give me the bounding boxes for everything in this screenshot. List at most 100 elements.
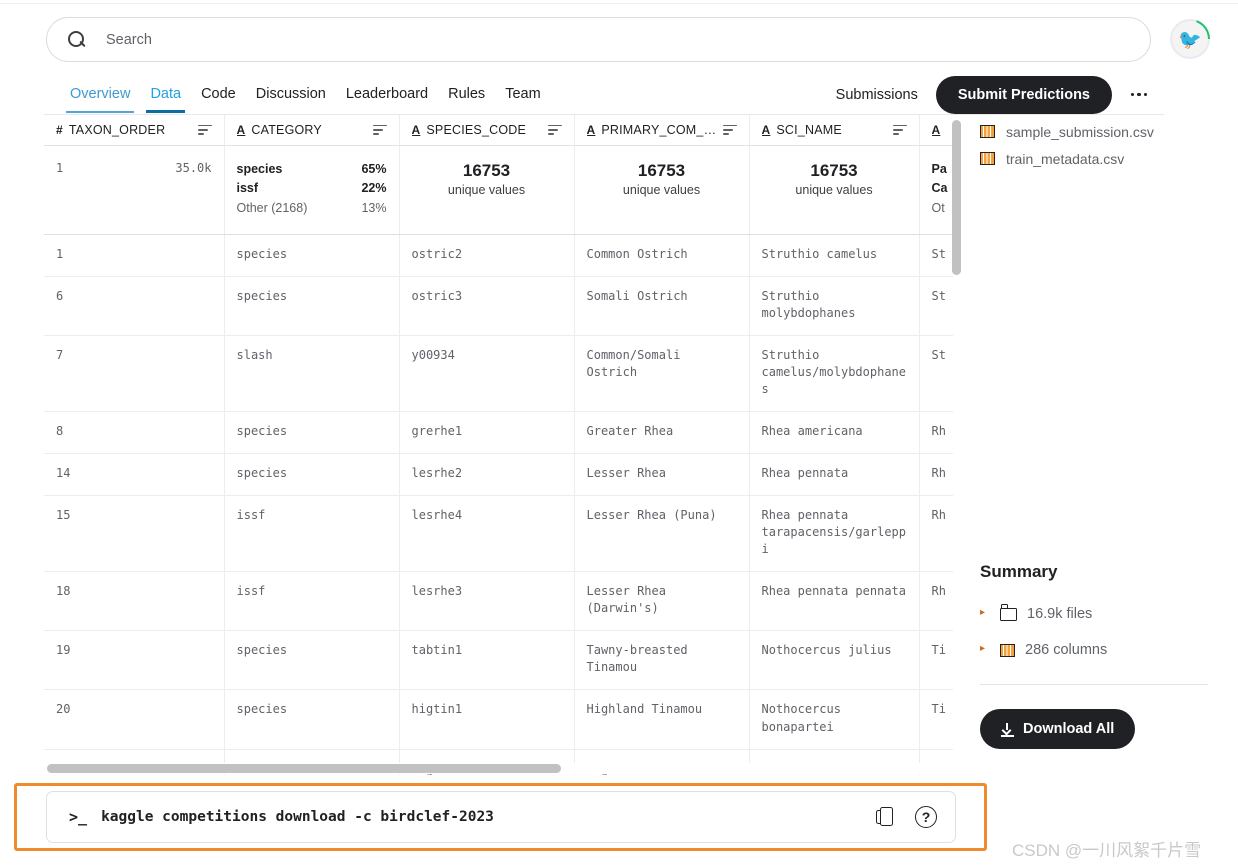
column-header-primary-com-name[interactable]: A PRIMARY_COM_N... — [574, 115, 750, 146]
sort-icon[interactable] — [722, 124, 737, 135]
kebab-dot — [1137, 92, 1141, 97]
column-header-sci-name[interactable]: A SCI_NAME — [749, 115, 920, 146]
table-vertical-scrollbar[interactable] — [952, 120, 961, 275]
sort-icon[interactable] — [372, 124, 387, 135]
search-input[interactable] — [104, 30, 1130, 49]
cell-taxon-order: 20 — [44, 689, 225, 750]
cell-taxon-order: 18 — [44, 571, 225, 632]
tab-overview[interactable]: Overview — [60, 74, 140, 113]
tab-data[interactable]: Data — [140, 74, 191, 113]
cell-sci-name: Nothocercus julius — [749, 630, 920, 691]
cli-command-bar[interactable]: >_ kaggle competitions download -c birdc… — [46, 791, 956, 843]
category-pct: 22% — [361, 181, 387, 195]
cell-category: issf — [224, 495, 400, 573]
cell-sci-name: Nothocercus bonapartei — [749, 689, 920, 750]
category-label: Pa — [931, 161, 947, 176]
tab-team[interactable]: Team — [495, 74, 550, 113]
cell-sci-name: Rhea americana — [749, 411, 920, 455]
data-table-panel[interactable]: # TAXON_ORDER A CATEGORY A SPECIES_CODE … — [44, 115, 969, 775]
chevron-right-icon[interactable]: ▸ — [980, 644, 990, 654]
table-row[interactable]: 20 species higtin1 Highland Tinamou Noth… — [44, 689, 969, 750]
chevron-right-icon[interactable]: ▸ — [980, 608, 990, 618]
submit-predictions-button[interactable]: Submit Predictions — [935, 75, 1112, 114]
hash-icon: # — [56, 122, 63, 137]
stat-species-code: 16753 unique values — [399, 145, 575, 235]
cell-sci-name: Rhea pennata — [749, 453, 920, 497]
unique-count: 16753 — [810, 160, 858, 180]
folder-icon — [1000, 604, 1017, 621]
column-title: SPECIES_CODE — [426, 122, 527, 137]
table-row[interactable]: 19 species tabtin1 Tawny-breasted Tinamo… — [44, 630, 969, 691]
file-list-item[interactable]: train_metadata.csv — [980, 145, 1220, 172]
category-pct: 65% — [361, 161, 387, 176]
sort-icon[interactable] — [547, 124, 562, 135]
summary-row-files[interactable]: ▸ 16.9k files — [980, 596, 1210, 632]
column-header-species-code[interactable]: A SPECIES_CODE — [399, 115, 575, 146]
summary-row-columns[interactable]: ▸ 286 columns — [980, 632, 1210, 668]
kebab-menu-icon[interactable] — [1124, 80, 1154, 110]
data-table: # TAXON_ORDER A CATEGORY A SPECIES_CODE … — [44, 115, 969, 775]
sort-icon[interactable] — [197, 124, 212, 135]
cell-taxon-order: 15 — [44, 495, 225, 573]
unique-label: unique values — [622, 182, 701, 197]
table-row[interactable]: 6 species ostric3 Somali Ostrich Struthi… — [44, 276, 969, 337]
cell-primary-com-name: Tawny-breasted Tinamou — [574, 630, 750, 691]
column-title: SCI_NAME — [776, 122, 842, 137]
table-icon — [1000, 643, 1015, 657]
abc-icon: A — [236, 122, 246, 137]
file-name: sample_submission.csv — [1006, 123, 1154, 140]
file-list: sample_submission.csv train_metadata.csv — [980, 118, 1220, 172]
nav-actions: Submissions Submit Predictions — [830, 74, 1154, 115]
cell-sci-name: Struthio molybdophanes — [749, 276, 920, 337]
avatar-image: 🐦 — [1172, 21, 1208, 57]
table-row[interactable]: 14 species lesrhe2 Lesser Rhea Rhea penn… — [44, 453, 969, 497]
sort-icon[interactable] — [892, 124, 907, 135]
cell-taxon-order: 14 — [44, 453, 225, 497]
abc-icon: A — [411, 122, 421, 137]
cell-primary-com-name: Lesser Rhea — [574, 453, 750, 497]
category-stat-item: issf 22% — [237, 179, 387, 199]
cell-taxon-order: 1 — [44, 234, 225, 278]
table-row[interactable]: 8 species grerhe1 Greater Rhea Rhea amer… — [44, 411, 969, 455]
cell-species-code: tabtin1 — [399, 630, 575, 691]
download-all-button[interactable]: Download All — [980, 709, 1136, 749]
column-header-taxon-order[interactable]: # TAXON_ORDER — [44, 115, 225, 146]
tab-code[interactable]: Code — [191, 74, 246, 113]
cell-category: slash — [224, 335, 400, 413]
table-row[interactable]: 1 species ostric2 Common Ostrich Struthi… — [44, 234, 969, 278]
tab-rules[interactable]: Rules — [438, 74, 495, 113]
stat-primary-com-name: 16753 unique values — [574, 145, 750, 235]
cell-species-code: lesrhe3 — [399, 571, 575, 632]
category-label: Other (2168) — [236, 200, 308, 215]
table-row[interactable]: 18 issf lesrhe3 Lesser Rhea (Darwin's) R… — [44, 571, 969, 632]
file-list-item[interactable]: sample_submission.csv — [980, 118, 1220, 145]
cell-category: species — [224, 234, 400, 278]
cell-primary-com-name: Common/Somali Ostrich — [574, 335, 750, 413]
tab-leaderboard[interactable]: Leaderboard — [336, 74, 438, 113]
cell-category: species — [224, 453, 400, 497]
nav-tabs: Overview Data Code Discussion Leaderboar… — [60, 74, 551, 115]
csv-table-icon — [980, 152, 995, 165]
copy-icon[interactable] — [876, 806, 893, 828]
global-search-bar[interactable] — [46, 17, 1151, 62]
table-row[interactable]: 7 slash y00934 Common/Somali Ostrich Str… — [44, 335, 969, 413]
stat-taxon-order: 1 35.0k — [44, 145, 225, 235]
column-header-category[interactable]: A CATEGORY — [224, 115, 400, 146]
tab-discussion[interactable]: Discussion — [246, 74, 336, 113]
summary-panel: Summary ▸ 16.9k files ▸ 286 columns Down… — [980, 562, 1210, 749]
download-icon — [1001, 722, 1014, 737]
avatar[interactable]: 🐦 — [1170, 19, 1210, 59]
unique-count: 16753 — [637, 160, 686, 180]
submissions-link[interactable]: Submissions — [830, 83, 924, 107]
category-label: Ot — [931, 200, 945, 215]
cell-taxon-order: 8 — [44, 411, 225, 455]
bird-avatar-icon: 🐦 — [1178, 29, 1202, 51]
table-row[interactable]: 15 issf lesrhe4 Lesser Rhea (Puna) Rhea … — [44, 495, 969, 573]
file-name: train_metadata.csv — [1006, 150, 1125, 167]
help-circle-icon[interactable]: ? — [915, 806, 937, 828]
stat-category: species 65% issf 22% Other (2168) 13% — [224, 145, 400, 235]
cell-primary-com-name: Lesser Rhea (Darwin's) — [574, 571, 750, 632]
abc-icon: A — [931, 122, 941, 137]
cell-species-code: y00934 — [399, 335, 575, 413]
table-horizontal-scrollbar-thumb[interactable] — [47, 764, 561, 773]
